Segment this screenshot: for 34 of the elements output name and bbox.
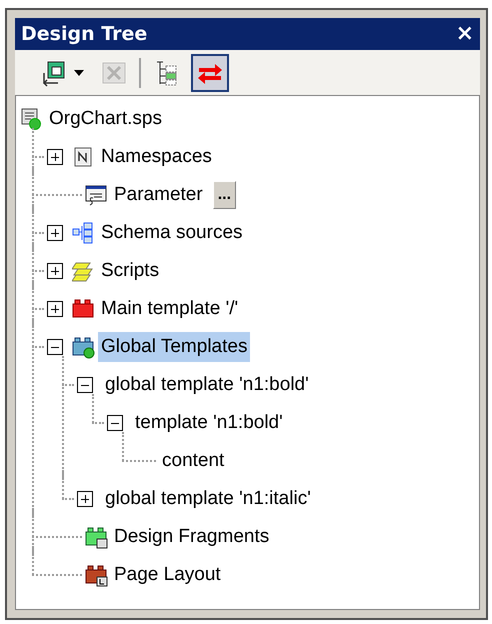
expand-toggle[interactable]: [47, 263, 63, 279]
collapse-toggle[interactable]: [47, 339, 63, 355]
tree-item[interactable]: content: [159, 446, 228, 476]
tree-item[interactable]: Main template '/': [98, 294, 242, 324]
close-button[interactable]: ×: [456, 23, 474, 45]
tree-item[interactable]: Parameter: [111, 180, 206, 210]
expand-toggle[interactable]: [47, 301, 63, 317]
expand-toggle[interactable]: [77, 491, 93, 507]
tree-item[interactable]: Scripts: [98, 256, 162, 286]
tree-item[interactable]: Schema sources: [98, 218, 246, 248]
template-icon: [72, 336, 95, 358]
template-icon: [72, 298, 95, 320]
tree-item[interactable]: global template 'n1:italic': [102, 484, 314, 514]
tree-item[interactable]: Namespaces: [98, 142, 215, 172]
tree-item[interactable]: OrgChart.sps: [46, 104, 165, 134]
collapse-toggle[interactable]: [107, 415, 123, 431]
tree-item[interactable]: template 'n1:bold': [132, 408, 286, 438]
tree-item[interactable]: global template 'n1:bold': [102, 370, 312, 400]
parameter-icon: [85, 184, 108, 206]
template-icon: [85, 526, 108, 548]
tree-item[interactable]: Page Layout: [111, 560, 224, 590]
document-icon: [20, 108, 43, 130]
caret-icon: [74, 70, 84, 76]
schema-icon: [72, 222, 95, 244]
tree-item[interactable]: Design Fragments: [111, 522, 272, 552]
expand-toggle[interactable]: [47, 225, 63, 241]
swap-arrows-button[interactable]: [191, 54, 229, 92]
collapse-toggle[interactable]: [77, 377, 93, 393]
tree-item[interactable]: Global Templates: [98, 332, 250, 362]
window-title: Design Tree: [21, 22, 148, 47]
more-button[interactable]: ...: [212, 181, 236, 209]
scripts-icon: [72, 260, 95, 282]
template-icon: [85, 564, 108, 586]
expand-toggle[interactable]: [47, 149, 63, 165]
